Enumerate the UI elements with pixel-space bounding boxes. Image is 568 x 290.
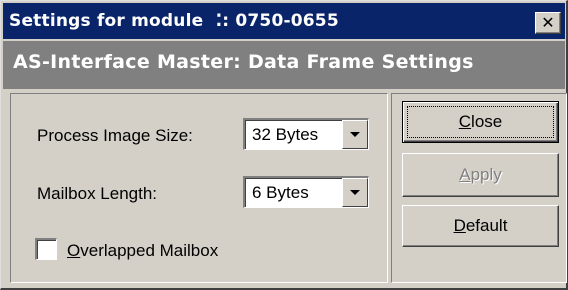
apply-button[interactable]: Apply: [402, 153, 559, 197]
title-bar[interactable]: Settings for module ⁚: 0750-0655 ✕: [3, 3, 565, 39]
close-button-label: Close: [458, 112, 503, 131]
process-image-size-select[interactable]: 32 Bytes: [243, 118, 369, 150]
default-button-label: Default: [453, 216, 508, 235]
window-title: Settings for module ⁚: 0750-0655: [9, 11, 339, 31]
close-icon[interactable]: ✕: [535, 12, 561, 34]
mailbox-length-label: Mailbox Length:: [37, 184, 158, 203]
apply-button-label: Apply: [459, 165, 502, 184]
chevron-down-icon[interactable]: [342, 178, 368, 207]
settings-dialog: Settings for module ⁚: 0750-0655 ✕ AS-In…: [0, 0, 568, 290]
section-header: AS-Interface Master: Data Frame Settings: [3, 41, 565, 89]
process-image-size-label: Process Image Size:: [37, 126, 193, 145]
overlapped-mailbox-label[interactable]: Overlapped Mailbox: [67, 241, 218, 261]
overlapped-mailbox-checkbox[interactable]: [35, 238, 57, 260]
mailbox-length-select[interactable]: 6 Bytes: [243, 176, 369, 208]
close-button[interactable]: Close: [402, 101, 559, 143]
process-image-size-value: 32 Bytes: [252, 125, 319, 144]
mailbox-length-value: 6 Bytes: [252, 183, 309, 202]
default-button[interactable]: Default: [402, 205, 559, 247]
chevron-down-icon[interactable]: [342, 120, 368, 149]
section-header-title: AS-Interface Master: Data Frame Settings: [13, 51, 474, 73]
